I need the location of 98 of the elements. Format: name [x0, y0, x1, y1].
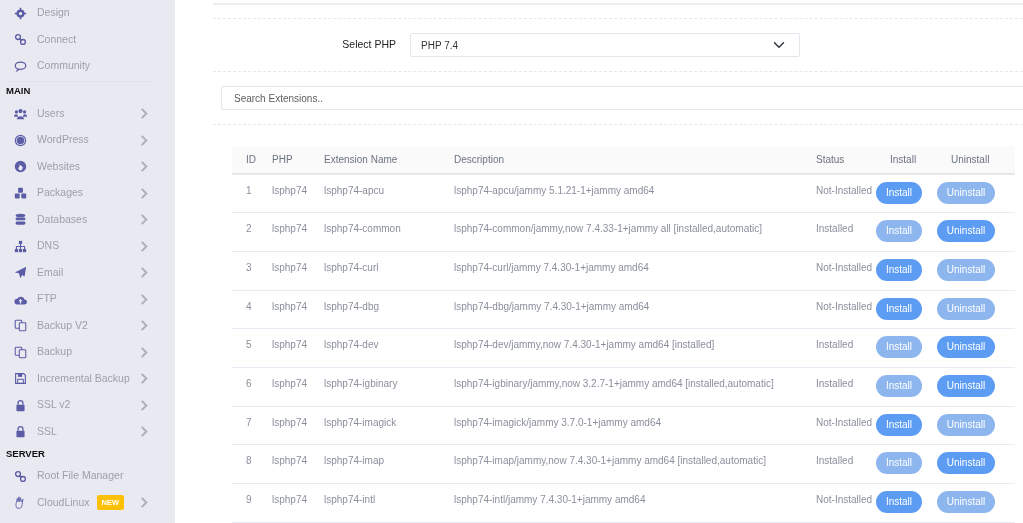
copy-icon — [14, 319, 27, 333]
extension-name-cell: lsphp74-intl — [310, 483, 440, 523]
id-cell: 3 — [232, 251, 258, 291]
uninstall-button[interactable]: Uninstall — [937, 452, 995, 475]
sidebar-item[interactable]: Incremental Backup — [37, 370, 130, 387]
status-cell: Installed — [802, 367, 876, 407]
php-version-select[interactable]: PHP 7.4 — [410, 33, 800, 57]
sidebar-section-heading: SERVER — [5, 446, 46, 461]
php-cell: lsphp74 — [258, 290, 310, 329]
sidebar-item[interactable]: Backup V2 — [37, 317, 88, 334]
uninstall-button[interactable]: Uninstall — [937, 336, 995, 359]
install-button[interactable]: Install — [876, 297, 922, 320]
column-header: Description — [440, 146, 802, 174]
sidebar-section-heading: MAIN — [5, 84, 32, 99]
id-cell: 5 — [232, 328, 258, 368]
column-header: Uninstall — [937, 146, 1015, 174]
sidebar-item[interactable]: CloudLinux — [37, 494, 90, 511]
column-header: ID — [232, 146, 258, 174]
extension-name-cell: lsphp74-igbinary — [310, 367, 440, 407]
install-button[interactable]: Install — [876, 258, 922, 281]
status-cell: Not-Installed — [802, 406, 876, 445]
select-php-label: Select PHP — [341, 37, 397, 53]
sidebar-item[interactable]: Design — [37, 5, 70, 22]
uninstall-button[interactable]: Uninstall — [937, 220, 995, 243]
status-cell: Installed — [802, 328, 876, 368]
extension-name-cell: lsphp74-dev — [310, 328, 440, 368]
sidebar-item[interactable]: Packages — [37, 185, 84, 202]
description-cell: lsphp74-dev/jammy,now 7.4.30-1+jammy amd64 [installed] — [440, 328, 802, 368]
copy-icon — [14, 345, 27, 359]
circle-logo-icon — [14, 133, 27, 147]
description-cell: lsphp74-intl/jammy 7.4.30-1+jammy amd64 — [440, 483, 802, 523]
id-cell: 9 — [232, 483, 258, 523]
id-cell: 6 — [232, 367, 258, 407]
hand-icon — [14, 496, 27, 510]
sidebar-item[interactable]: Root File Manager — [37, 468, 124, 485]
sitemap-icon — [14, 239, 27, 253]
status-cell: Not-Installed — [802, 483, 876, 523]
column-header: Status — [802, 146, 876, 174]
extension-name-cell: lsphp74-apcu — [310, 174, 440, 213]
sidebar-item[interactable]: Connect — [37, 31, 77, 48]
install-button[interactable]: Install — [876, 182, 922, 204]
id-cell: 1 — [232, 174, 258, 213]
status-cell: Installed — [802, 444, 876, 484]
lock-icon — [14, 425, 27, 439]
boxes-icon — [14, 186, 27, 200]
php-cell: lsphp74 — [258, 212, 310, 252]
php-cell: lsphp74 — [258, 406, 310, 445]
chat-icon — [14, 59, 27, 73]
status-cell: Installed — [802, 212, 876, 252]
install-button[interactable]: Install — [876, 491, 922, 513]
description-cell: lsphp74-dbg/jammy 7.4.30-1+jammy amd64 — [440, 290, 802, 329]
php-cell: lsphp74 — [258, 367, 310, 407]
uninstall-button[interactable]: Uninstall — [937, 374, 995, 397]
column-header: PHP — [258, 146, 310, 174]
id-cell: 4 — [232, 290, 258, 329]
sidebar-item[interactable]: Users — [37, 105, 65, 122]
link-icon — [14, 469, 27, 483]
description-cell: lsphp74-curl/jammy 7.4.30-1+jammy amd64 — [440, 251, 802, 291]
status-cell: Not-Installed — [802, 174, 876, 213]
description-cell: lsphp74-apcu/jammy 5.1.21-1+jammy amd64 — [440, 174, 802, 213]
sidebar-item[interactable]: SSL v2 — [37, 397, 71, 414]
id-cell: 2 — [232, 212, 258, 252]
sidebar-item[interactable]: FTP — [37, 291, 57, 308]
users-icon — [14, 107, 27, 121]
sidebar-item[interactable]: WordPress — [37, 132, 89, 149]
description-cell: lsphp74-common/jammy,now 7.4.33-1+jammy all [installed,automatic] — [440, 212, 802, 252]
column-header: Install — [876, 146, 937, 174]
php-cell: lsphp74 — [258, 174, 310, 213]
column-header: Extension Name — [310, 146, 440, 174]
extension-name-cell: lsphp74-dbg — [310, 290, 440, 329]
id-cell: 7 — [232, 406, 258, 445]
php-cell: lsphp74 — [258, 444, 310, 484]
sidebar-item[interactable]: Email — [37, 264, 64, 281]
extension-name-cell: lsphp74-curl — [310, 251, 440, 291]
lock-icon — [14, 398, 27, 412]
sidebar-item[interactable]: Databases — [37, 211, 88, 228]
extension-name-cell: lsphp74-imap — [310, 444, 440, 484]
php-cell: lsphp74 — [258, 483, 310, 523]
paper-plane-icon — [14, 266, 27, 280]
status-cell: Not-Installed — [802, 290, 876, 329]
id-cell: 8 — [232, 444, 258, 484]
description-cell: lsphp74-igbinary/jammy,now 3.2.7-1+jammy amd64 [installed,automatic] — [440, 367, 802, 407]
sidebar-item[interactable]: Community — [37, 58, 91, 75]
php-cell: lsphp74 — [258, 251, 310, 291]
install-button[interactable]: Install — [876, 413, 922, 436]
database-icon — [14, 213, 27, 227]
description-cell: lsphp74-imagick/jammy 3.7.0-1+jammy amd64 — [440, 406, 802, 445]
description-cell: lsphp74-imap/jammy,now 7.4.30-1+jammy amd64 [installed,automatic] — [440, 444, 802, 484]
sidebar-item[interactable]: Backup — [37, 344, 73, 361]
sidebar-item[interactable]: DNS — [37, 238, 60, 255]
extension-name-cell: lsphp74-common — [310, 212, 440, 252]
link-icon — [14, 33, 27, 47]
search-field[interactable]: Search Extensions.. — [221, 86, 1023, 110]
extension-name-cell: lsphp74-imagick — [310, 406, 440, 445]
sidebar-item[interactable]: Websites — [37, 158, 80, 175]
status-cell: Not-Installed — [802, 251, 876, 291]
sidebar-item[interactable]: SSL — [37, 423, 57, 440]
php-cell: lsphp74 — [258, 328, 310, 368]
